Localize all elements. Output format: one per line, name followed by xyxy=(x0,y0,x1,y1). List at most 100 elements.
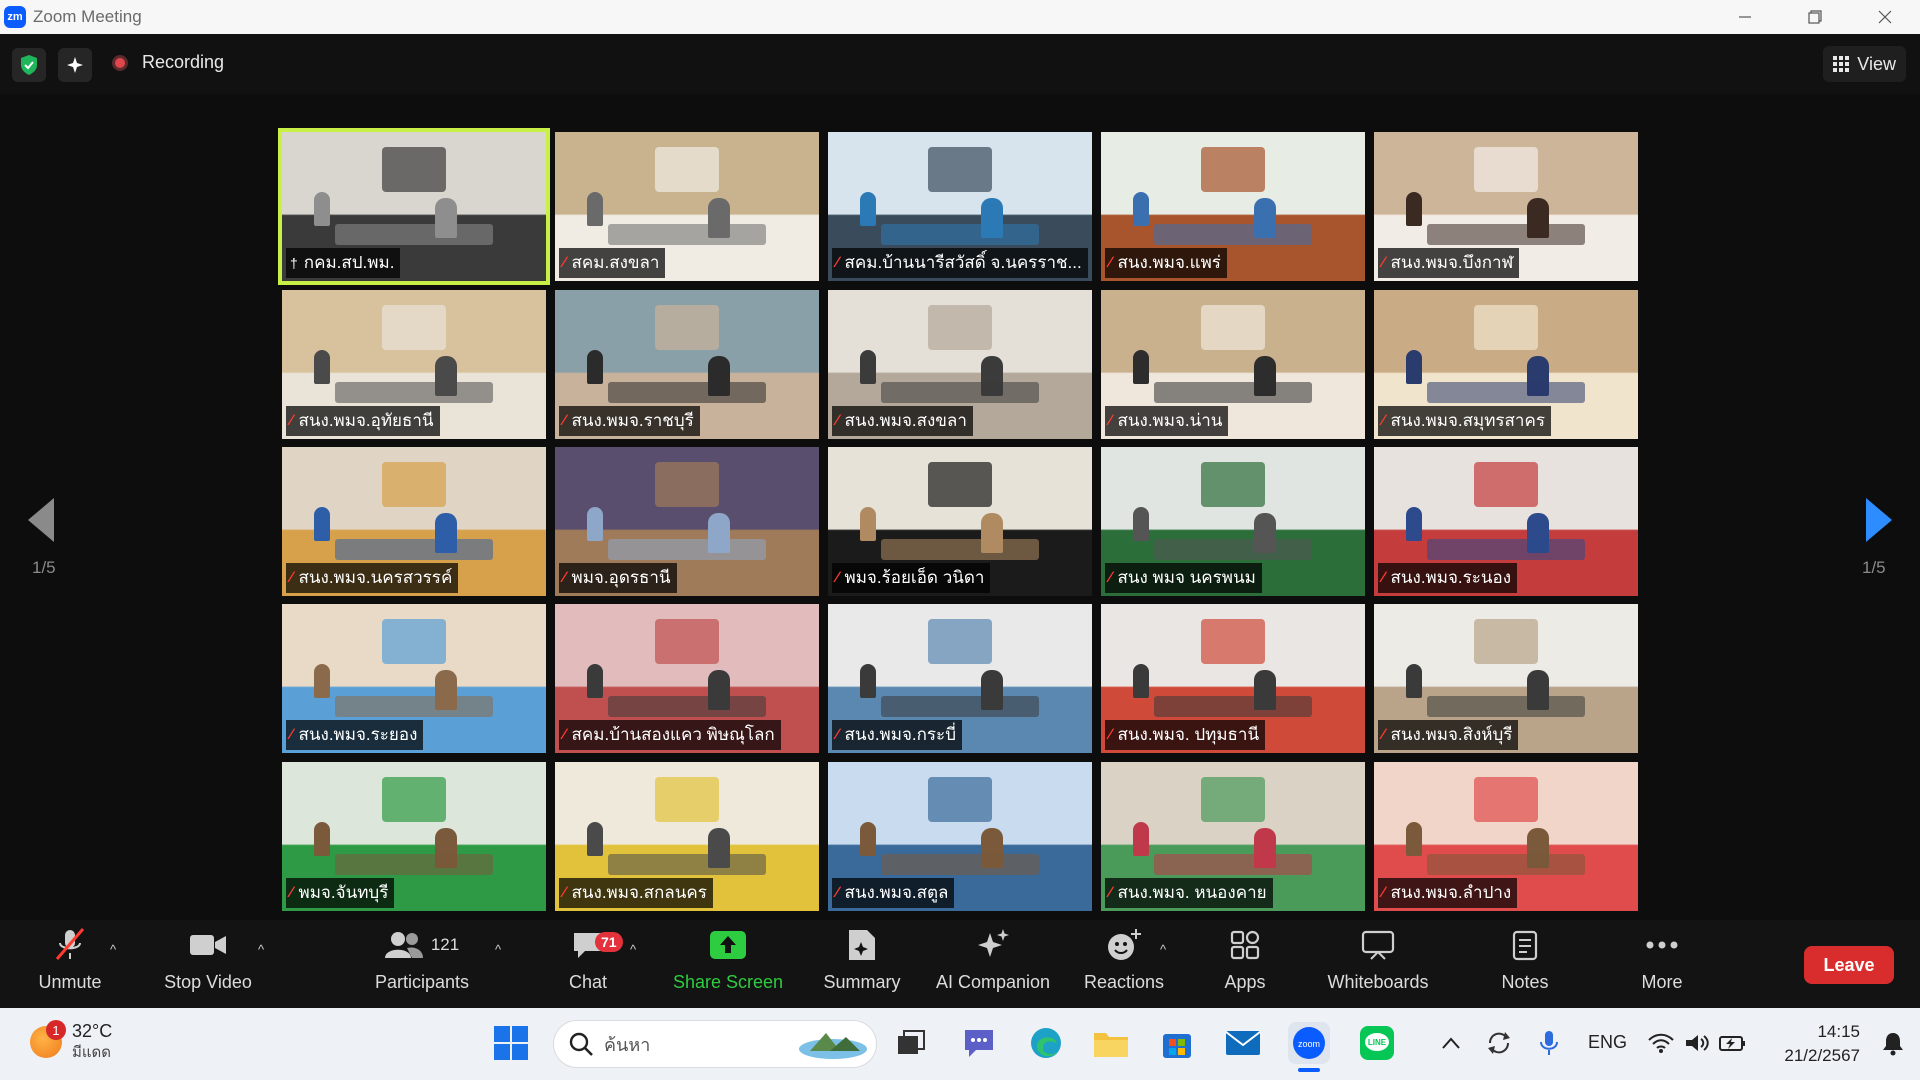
participant-video-tile[interactable]: ∕ สนง.พมจ.กระบี่ xyxy=(828,604,1092,753)
input-language-indicator[interactable]: ENG xyxy=(1588,1032,1627,1053)
teams-chat-app[interactable] xyxy=(958,1022,1000,1064)
participant-name-label: ∕ สนง.พมจ.ลำปาง xyxy=(1378,878,1518,908)
participant-name: กคม.สป.พม. xyxy=(303,253,395,272)
participant-video-tile[interactable]: ∕ สนง.พมจ. ปทุมธานี xyxy=(1101,604,1365,753)
participant-video-tile[interactable]: ∕ สนง.พมจ.ราชบุรี xyxy=(555,290,819,439)
notes-icon xyxy=(1512,930,1538,961)
search-placeholder: ค้นหา xyxy=(604,1034,651,1055)
participant-video-tile[interactable]: ∕ สนง.พมจ. หนองคาย xyxy=(1101,762,1365,911)
participant-video-tile[interactable]: ∕ สนง.พมจ.แพร่ xyxy=(1101,132,1365,281)
zoom-app[interactable]: zoom xyxy=(1288,1022,1330,1064)
participant-video-tile[interactable]: ∕ สนง.พมจ.สิงห์บุรี xyxy=(1374,604,1638,753)
show-hidden-icons-button[interactable] xyxy=(1430,1022,1472,1064)
participant-name: สนง.พมจ.นครสวรรค์ xyxy=(298,568,453,587)
whiteboards-button[interactable]: Whiteboards xyxy=(1320,920,1436,1008)
whiteboard-icon xyxy=(1361,930,1395,960)
security-shield-button[interactable] xyxy=(12,48,46,82)
chat-app-icon xyxy=(965,1030,993,1057)
stop-video-button[interactable]: Stop Video xyxy=(160,920,256,1008)
unmute-label: Unmute xyxy=(38,972,102,992)
participant-video-tile[interactable]: ∕ สนง.พมจ.ลำปาง xyxy=(1374,762,1638,911)
video-options-caret-icon[interactable]: ^ xyxy=(258,942,264,957)
next-page-button[interactable] xyxy=(1866,498,1892,547)
participant-video-tile[interactable]: ∕ สนง.พมจ.บึงกาฬ xyxy=(1374,132,1638,281)
participant-video-tile[interactable]: ∕ พมจ.ร้อยเอ็ด วนิดา xyxy=(828,447,1092,596)
file-explorer-app[interactable] xyxy=(1090,1022,1132,1064)
participant-video-tile[interactable]: ∕ สคม.บ้านสองแคว พิษณุโลก xyxy=(555,604,819,753)
microphone-muted-icon: ∕ xyxy=(836,884,839,901)
notes-button[interactable]: Notes xyxy=(1490,920,1560,1008)
clock-time: 14:15 xyxy=(1817,1022,1860,1041)
summary-button[interactable]: Summary xyxy=(812,920,912,1008)
participant-name-label: ∕ สคม.บ้านสองแคว พิษณุโลก xyxy=(559,720,781,750)
apps-button[interactable]: Apps xyxy=(1210,920,1280,1008)
svg-text:zoom: zoom xyxy=(1298,1039,1320,1049)
view-button[interactable]: View xyxy=(1823,46,1906,82)
participants-button[interactable]: 121 Participants xyxy=(372,920,472,1008)
close-button[interactable] xyxy=(1850,0,1920,34)
microphone-muted-icon: ∕ xyxy=(290,726,293,743)
chat-options-caret-icon[interactable]: ^ xyxy=(630,942,636,957)
participant-name: สนง.พมจ.ลำปาง xyxy=(1390,883,1512,902)
battery-tray-button[interactable] xyxy=(1712,1022,1754,1064)
battery-charging-icon xyxy=(1719,1036,1745,1051)
participant-video-tile[interactable]: ∕ สนง.พมจ.นครสวรรค์ xyxy=(282,447,546,596)
notification-center-button[interactable] xyxy=(1872,1022,1914,1064)
windows-start-button[interactable] xyxy=(490,1022,532,1064)
microphone-muted-icon: ∕ xyxy=(1109,412,1112,429)
participant-name-label: ∕ สนง.พมจ.สมุทรสาคร xyxy=(1378,406,1551,436)
participant-name: สนง.พมจ. หนองคาย xyxy=(1117,883,1267,902)
participant-name: สนง.พมจ.ระนอง xyxy=(1390,568,1512,587)
more-button[interactable]: More xyxy=(1630,920,1694,1008)
participants-options-caret-icon[interactable]: ^ xyxy=(495,942,501,957)
reactions-options-caret-icon[interactable]: ^ xyxy=(1160,942,1166,957)
microphone-tray-button[interactable] xyxy=(1528,1022,1570,1064)
chat-button[interactable]: 71 Chat xyxy=(548,920,628,1008)
taskbar-search-box[interactable]: ค้นหา xyxy=(553,1020,877,1068)
previous-page-button[interactable] xyxy=(28,498,54,547)
participant-name: สนง.พมจ.แพร่ xyxy=(1117,253,1221,272)
participant-video-tile[interactable]: ∕ สนง.พมจ.ระนอง xyxy=(1374,447,1638,596)
minimize-button[interactable] xyxy=(1710,0,1780,34)
search-highlight-illustration-icon xyxy=(799,1033,867,1059)
meeting-controls-toolbar: Unmute ^ Stop Video ^ 121 Participants ^… xyxy=(0,920,1920,1008)
edge-browser-app[interactable] xyxy=(1025,1022,1067,1064)
microphone-muted-icon: ∕ xyxy=(1109,884,1112,901)
participant-video-tile[interactable]: ∕ สนง.พมจ.สตูล xyxy=(828,762,1092,911)
weather-widget[interactable]: 1 32°C มีแดด xyxy=(30,1020,112,1064)
participant-video-tile[interactable]: ∕ สนง พมจ นครพนม xyxy=(1101,447,1365,596)
participant-video-tile[interactable]: ∕ สนง.พมจ.สงขลา xyxy=(828,290,1092,439)
microphone-muted-icon xyxy=(55,928,85,960)
microphone-muted-icon: ∕ xyxy=(836,726,839,743)
recording-indicator[interactable]: Recording xyxy=(112,52,224,73)
sunny-weather-icon: 1 xyxy=(30,1020,66,1058)
unmute-button[interactable]: Unmute xyxy=(30,920,110,1008)
participant-video-tile[interactable]: ∕ พมจ.จันทบุรี xyxy=(282,762,546,911)
line-app[interactable]: LINE xyxy=(1356,1022,1398,1064)
participant-video-tile[interactable]: ∕ สนง.พมจ.น่าน xyxy=(1101,290,1365,439)
participant-video-tile[interactable]: ∕ สนง.พมจ.สกลนคร xyxy=(555,762,819,911)
leave-button[interactable]: Leave xyxy=(1804,946,1894,984)
participant-video-tile[interactable]: ∕ สคม.สงขลา xyxy=(555,132,819,281)
participant-name-label: ∕ สนง.พมจ.ระยอง xyxy=(286,720,424,750)
ai-companion-button[interactable]: AI Companion xyxy=(930,920,1056,1008)
ai-sparkle-button[interactable] xyxy=(58,48,92,82)
restore-button[interactable] xyxy=(1780,0,1850,34)
taskbar-clock[interactable]: 14:15 21/2/2567 xyxy=(1784,1020,1860,1068)
participant-video-tile[interactable]: ∕ สนง.พมจ.สมุทรสาคร xyxy=(1374,290,1638,439)
participant-video-tile[interactable]: ∕ สนง.พมจ.ระยอง xyxy=(282,604,546,753)
participant-video-tile[interactable]: ∕ พมจ.อุดรธานี xyxy=(555,447,819,596)
task-view-app[interactable] xyxy=(890,1022,932,1064)
microsoft-store-app[interactable] xyxy=(1156,1022,1198,1064)
share-screen-button[interactable]: Share Screen xyxy=(668,920,788,1008)
sync-tray-button[interactable] xyxy=(1478,1022,1520,1064)
audio-options-caret-icon[interactable]: ^ xyxy=(110,942,116,957)
participants-count: 121 xyxy=(430,935,460,954)
participant-video-tile[interactable]: ∕ สนง.พมจ.อุทัยธานี xyxy=(282,290,546,439)
microphone-muted-icon: ∕ xyxy=(290,884,293,901)
participant-video-tile[interactable]: ∕ สคม.บ้านนารีสวัสดิ์ จ.นครราช... xyxy=(828,132,1092,281)
reactions-button[interactable]: Reactions xyxy=(1078,920,1170,1008)
participant-video-tile[interactable]: † กคม.สป.พม. xyxy=(278,128,550,285)
microphone-muted-icon: ∕ xyxy=(1109,726,1112,743)
mail-app[interactable] xyxy=(1222,1022,1264,1064)
